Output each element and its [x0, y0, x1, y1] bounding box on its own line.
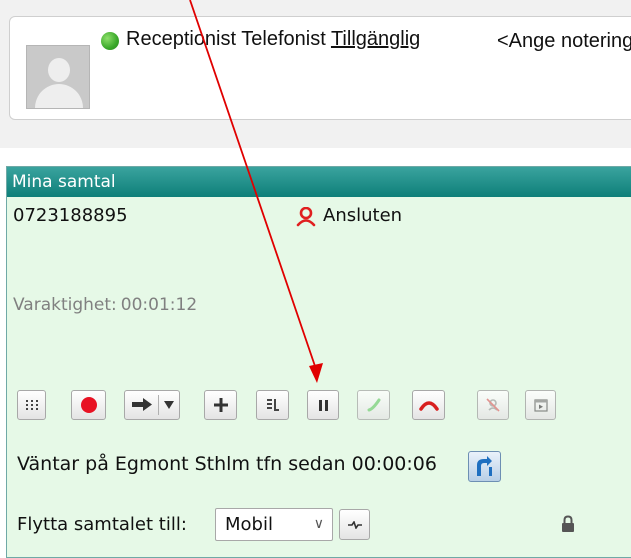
notes-icon	[266, 399, 279, 411]
presence-dot-icon	[101, 32, 119, 50]
mute-icon	[486, 398, 500, 412]
dialpad-button[interactable]	[17, 390, 46, 420]
phone-hangup-icon	[418, 401, 439, 411]
calls-panel: Mina samtal 0723188895 Ansluten Varaktig…	[6, 166, 631, 558]
call-duration: Varaktighet: 00:01:12	[13, 295, 197, 315]
duration-value: 00:01:12	[120, 295, 198, 315]
record-button[interactable]	[71, 390, 106, 420]
hold-button[interactable]	[307, 390, 339, 420]
caller-number: 0723188895	[13, 205, 128, 226]
user-role: Receptionist Telefonist Tillgänglig	[126, 28, 420, 51]
move-call-icon	[347, 520, 362, 529]
chevron-down-icon: ∨	[313, 516, 324, 532]
status-card: Receptionist Telefonist Tillgänglig <Ang…	[9, 16, 631, 120]
transfer-divider	[157, 395, 159, 415]
hangup-button[interactable]	[412, 390, 445, 420]
screen-icon	[533, 398, 548, 412]
dialpad-icon	[25, 400, 38, 410]
avatar-head-shape	[48, 58, 70, 82]
presence-link[interactable]: Tillgänglig	[331, 28, 420, 50]
add-call-button[interactable]	[204, 390, 237, 420]
phone-answer-icon	[367, 398, 380, 412]
answer-button[interactable]	[357, 390, 390, 420]
record-icon	[80, 397, 97, 413]
avatar-body-shape	[35, 84, 83, 108]
waiting-text: Väntar på Egmont Sthlm tfn sedan	[17, 453, 346, 475]
chevron-down-icon[interactable]	[163, 401, 174, 409]
connected-user-icon	[296, 207, 316, 227]
move-call-button[interactable]	[339, 509, 370, 540]
waiting-time: 00:00:06	[351, 453, 437, 475]
pickup-icon	[477, 456, 492, 476]
panel-title: Mina samtal	[7, 167, 631, 197]
connection-status: Ansluten	[323, 205, 403, 226]
plus-icon	[213, 398, 228, 412]
mute-button[interactable]	[477, 390, 509, 420]
move-call-label: Flytta samtalet till:	[17, 514, 187, 535]
lock-icon	[562, 515, 574, 532]
move-call-select[interactable]: Mobil ∨	[215, 508, 333, 541]
transfer-arrow-icon	[131, 398, 152, 411]
duration-label: Varaktighet:	[13, 295, 117, 315]
note-field[interactable]: <Ange notering	[497, 30, 631, 53]
role-text: Receptionist Telefonist	[126, 28, 326, 50]
waiting-status: Väntar på Egmont Sthlm tfn sedan 00:00:0…	[17, 453, 437, 475]
pickup-waiting-button[interactable]	[468, 451, 501, 482]
avatar[interactable]	[26, 45, 90, 109]
move-call-value: Mobil	[225, 514, 273, 535]
notes-button[interactable]	[256, 390, 289, 420]
screen-button[interactable]	[525, 390, 556, 420]
pause-icon	[318, 399, 328, 411]
transfer-button[interactable]	[124, 390, 180, 420]
